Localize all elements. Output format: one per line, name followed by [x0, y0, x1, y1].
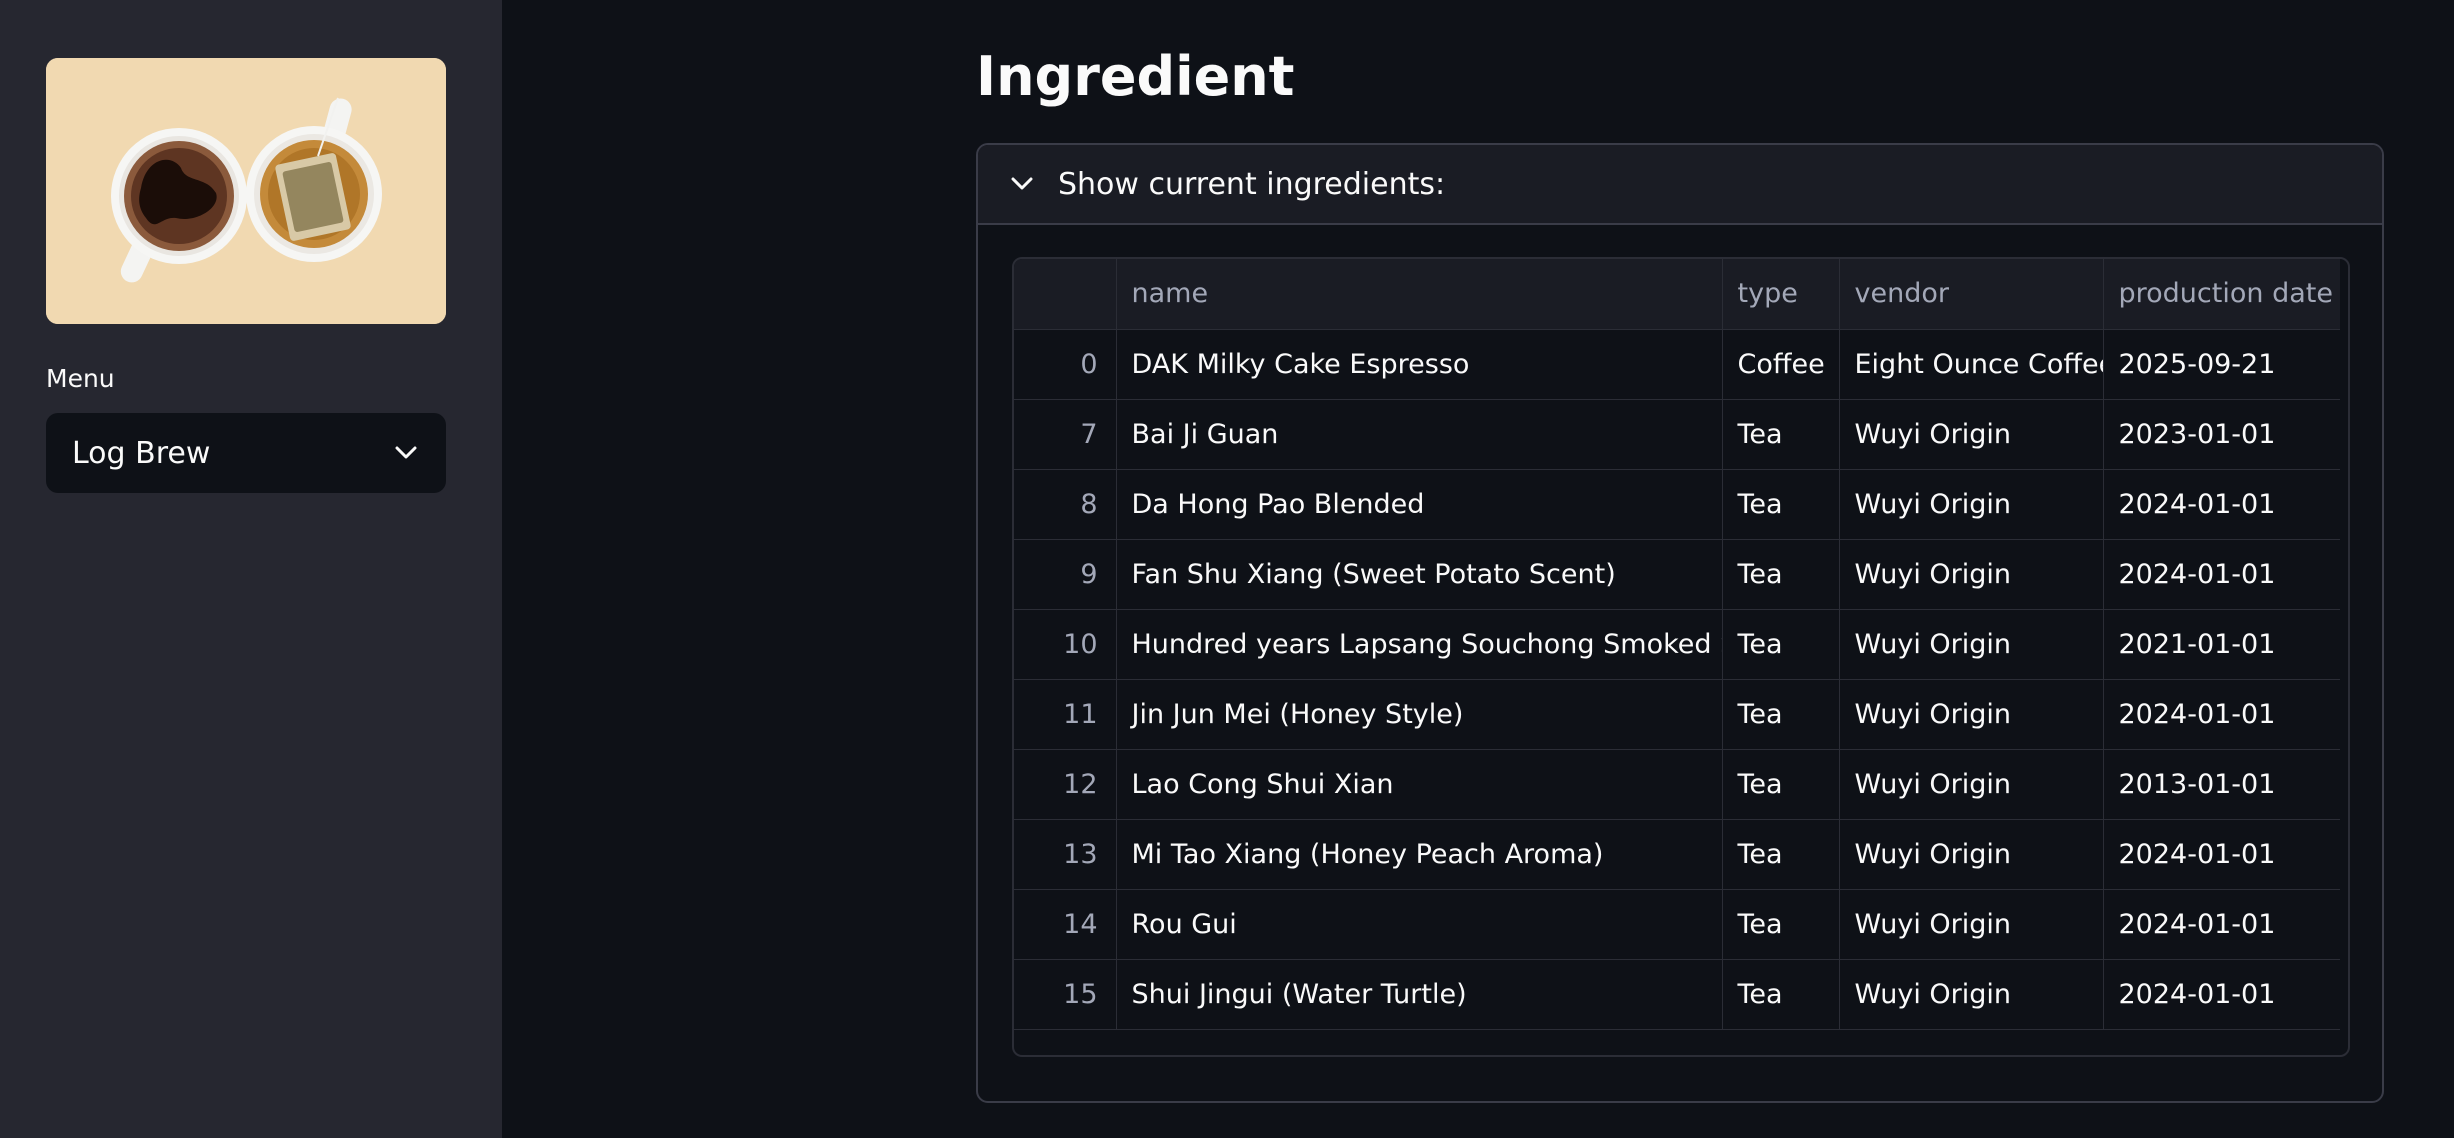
cell-type[interactable]: Tea: [1722, 889, 1840, 960]
cell-vendor[interactable]: Wuyi Origin: [1839, 399, 2104, 470]
expander-header[interactable]: Show current ingredients:: [978, 145, 2382, 225]
coffee-tea-illustration: [46, 58, 446, 324]
cell-name[interactable]: Rou Gui: [1116, 889, 1723, 960]
table-row[interactable]: 7 Bai Ji Guan Tea Wuyi Origin 2023-01-01: [1014, 399, 2340, 470]
cell-name[interactable]: Hundred years Lapsang Souchong Smoked St…: [1116, 609, 1723, 680]
row-index: 10: [1014, 609, 1117, 680]
row-index: 9: [1014, 539, 1117, 610]
cell-type[interactable]: Coffee: [1722, 329, 1840, 400]
coffee-tea-image: [46, 58, 446, 324]
cell-type[interactable]: Tea: [1722, 819, 1840, 890]
cell-name[interactable]: Jin Jun Mei (Honey Style): [1116, 679, 1723, 750]
row-index: 8: [1014, 469, 1117, 540]
cell-vendor[interactable]: Eight Ounce Coffee: [1839, 329, 2104, 400]
cell-type[interactable]: Tea: [1722, 609, 1840, 680]
sidebar: Menu Log Brew: [0, 0, 502, 1138]
table-row[interactable]: 12 Lao Cong Shui Xian Tea Wuyi Origin 20…: [1014, 749, 2340, 820]
cell-type[interactable]: Tea: [1722, 959, 1840, 1030]
table-row[interactable]: 15 Shui Jingui (Water Turtle) Tea Wuyi O…: [1014, 959, 2340, 1030]
cell-production-date[interactable]: 2013-01-01: [2103, 749, 2340, 820]
cell-name[interactable]: Shui Jingui (Water Turtle): [1116, 959, 1723, 1030]
row-index: 7: [1014, 399, 1117, 470]
table-row[interactable]: 11 Jin Jun Mei (Honey Style) Tea Wuyi Or…: [1014, 679, 2340, 750]
row-index: 0: [1014, 329, 1117, 400]
page-title: Ingredient: [976, 45, 1295, 108]
menu-label: Menu: [46, 364, 115, 393]
column-header-type[interactable]: type: [1722, 259, 1840, 330]
cell-vendor[interactable]: Wuyi Origin: [1839, 959, 2104, 1030]
table-row[interactable]: 10 Hundred years Lapsang Souchong Smoked…: [1014, 609, 2340, 680]
table-header-row: name type vendor production date: [1014, 259, 2340, 330]
cell-production-date[interactable]: 2025-09-21: [2103, 329, 2340, 400]
expander-title: Show current ingredients:: [1058, 166, 1446, 202]
cell-type[interactable]: Tea: [1722, 539, 1840, 610]
row-index: 12: [1014, 749, 1117, 820]
column-header-name[interactable]: name: [1116, 259, 1723, 330]
cell-production-date[interactable]: 2024-01-01: [2103, 539, 2340, 610]
cell-type[interactable]: Tea: [1722, 679, 1840, 750]
table-row[interactable]: 8 Da Hong Pao Blended Tea Wuyi Origin 20…: [1014, 469, 2340, 540]
cell-type[interactable]: Tea: [1722, 749, 1840, 820]
cell-vendor[interactable]: Wuyi Origin: [1839, 819, 2104, 890]
cell-vendor[interactable]: Wuyi Origin: [1839, 679, 2104, 750]
cell-production-date[interactable]: 2024-01-01: [2103, 679, 2340, 750]
cell-name[interactable]: DAK Milky Cake Espresso: [1116, 329, 1723, 400]
cell-type[interactable]: Tea: [1722, 469, 1840, 540]
cell-type[interactable]: Tea: [1722, 399, 1840, 470]
table-row[interactable]: 14 Rou Gui Tea Wuyi Origin 2024-01-01: [1014, 889, 2340, 960]
table-row[interactable]: 13 Mi Tao Xiang (Honey Peach Aroma) Tea …: [1014, 819, 2340, 890]
cell-vendor[interactable]: Wuyi Origin: [1839, 609, 2104, 680]
ingredients-expander: Show current ingredients: name type vend…: [976, 143, 2384, 1103]
cell-production-date[interactable]: 2024-01-01: [2103, 469, 2340, 540]
cell-production-date[interactable]: 2024-01-01: [2103, 959, 2340, 1030]
row-index: 11: [1014, 679, 1117, 750]
column-header-index[interactable]: [1014, 259, 1117, 330]
cell-name[interactable]: Fan Shu Xiang (Sweet Potato Scent): [1116, 539, 1723, 610]
cell-production-date[interactable]: 2021-01-01: [2103, 609, 2340, 680]
cell-production-date[interactable]: 2024-01-01: [2103, 889, 2340, 960]
cell-vendor[interactable]: Wuyi Origin: [1839, 889, 2104, 960]
chevron-down-icon: [1008, 170, 1036, 198]
row-index: 13: [1014, 819, 1117, 890]
table-row[interactable]: 9 Fan Shu Xiang (Sweet Potato Scent) Tea…: [1014, 539, 2340, 610]
menu-select[interactable]: Log Brew: [46, 413, 446, 493]
cell-name[interactable]: Mi Tao Xiang (Honey Peach Aroma): [1116, 819, 1723, 890]
cell-production-date[interactable]: 2024-01-01: [2103, 819, 2340, 890]
row-index: 15: [1014, 959, 1117, 1030]
menu-select-value: Log Brew: [72, 435, 211, 471]
column-header-production-date[interactable]: production date: [2103, 259, 2340, 330]
chevron-down-icon: [392, 439, 420, 467]
cell-vendor[interactable]: Wuyi Origin: [1839, 539, 2104, 610]
cell-vendor[interactable]: Wuyi Origin: [1839, 749, 2104, 820]
cell-name[interactable]: Da Hong Pao Blended: [1116, 469, 1723, 540]
ingredients-table[interactable]: name type vendor production date 0 DAK M…: [1012, 257, 2350, 1057]
row-index: 14: [1014, 889, 1117, 960]
column-header-vendor[interactable]: vendor: [1839, 259, 2104, 330]
table-row[interactable]: 0 DAK Milky Cake Espresso Coffee Eight O…: [1014, 329, 2340, 400]
cell-name[interactable]: Bai Ji Guan: [1116, 399, 1723, 470]
cell-name[interactable]: Lao Cong Shui Xian: [1116, 749, 1723, 820]
cell-vendor[interactable]: Wuyi Origin: [1839, 469, 2104, 540]
cell-production-date[interactable]: 2023-01-01: [2103, 399, 2340, 470]
